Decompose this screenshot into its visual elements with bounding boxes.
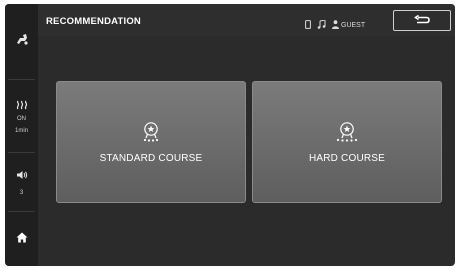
heat-icon (16, 97, 28, 115)
status-icons: GUEST (305, 16, 365, 34)
header-bar: RECOMMENDATION GUEST (38, 4, 455, 36)
back-button[interactable] (393, 10, 451, 31)
standard-course-button[interactable]: STANDARD COURSE (56, 81, 246, 203)
volume-level: 3 (19, 190, 24, 196)
home-button[interactable] (5, 212, 38, 266)
user-icon (332, 16, 339, 34)
heat-time: 1min (14, 128, 28, 134)
sidebar-logo-button[interactable] (5, 4, 38, 79)
page-title: RECOMMENDATION (46, 16, 141, 27)
home-icon (16, 230, 28, 248)
volume-control[interactable]: 3 (5, 153, 38, 211)
user-indicator: GUEST (332, 16, 365, 34)
heat-toggle[interactable]: ON 1min (5, 80, 38, 152)
heat-status: ON (17, 116, 26, 122)
standard-course-label: STANDARD COURSE (99, 152, 203, 164)
hard-course-label: HARD COURSE (308, 152, 386, 164)
award-medal-icon (335, 121, 359, 148)
user-label: GUEST (341, 21, 366, 29)
massage-chair-logo-icon (15, 32, 29, 51)
phone-icon (305, 16, 311, 34)
award-medal-icon (141, 121, 161, 148)
hard-course-button[interactable]: HARD COURSE (252, 81, 442, 203)
speaker-icon (16, 167, 28, 185)
sidebar: ON 1min 3 (5, 4, 38, 266)
app-frame: ON 1min 3 RECOMMENDATION GUEST STANDARD … (5, 4, 455, 266)
back-arrow-icon (414, 12, 430, 30)
music-note-icon (317, 16, 326, 34)
